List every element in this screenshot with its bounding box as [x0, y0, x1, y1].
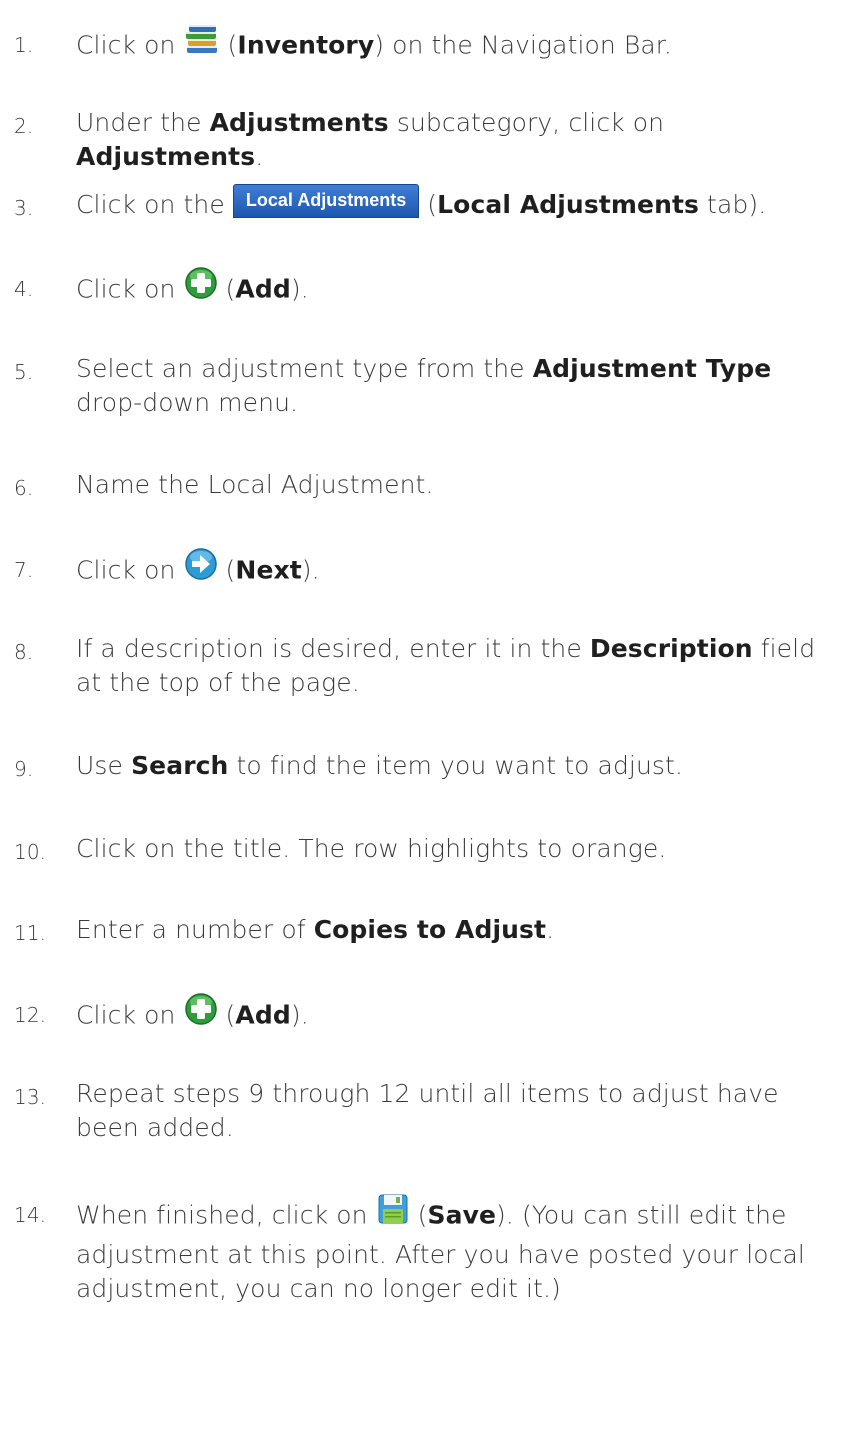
local-adjustments-tab[interactable]: Local Adjustments [232, 184, 420, 218]
step-text: Use Search to find the item you want to … [76, 751, 683, 780]
save-floppy-icon[interactable] [376, 1192, 410, 1235]
step-number: 9. [14, 757, 34, 781]
step-text: Select an adjustment type from the Adjus… [76, 354, 772, 417]
step-text: When finished, click on (Save). (You can… [76, 1192, 842, 1306]
step-text: Under the Adjustments subcategory, click… [76, 108, 665, 171]
step-number: 10. [14, 840, 47, 864]
step-text: Click on (Add). [76, 992, 842, 1038]
step-text: Name the Local Adjustment. [76, 470, 434, 499]
step-number: 1. [14, 33, 34, 57]
step-text: Click on the Local Adjustments (Local Ad… [76, 184, 842, 223]
step-number: 8. [14, 640, 34, 664]
step-number: 7. [14, 558, 34, 582]
next-arrow-icon[interactable] [184, 547, 218, 590]
inventory-books-icon[interactable] [184, 22, 220, 65]
step-text: Enter a number of Copies to Adjust. [76, 915, 555, 944]
step-number: 14. [14, 1203, 47, 1227]
step-text: Click on (Add). [76, 266, 842, 312]
step-number: 11. [14, 921, 47, 945]
step-text: Click on (Next). [76, 547, 842, 593]
step-number: 5. [14, 360, 34, 384]
step-number: 4. [14, 277, 34, 301]
step-number: 6. [14, 476, 34, 500]
step-number: 13. [14, 1085, 47, 1109]
add-plus-icon[interactable] [184, 266, 218, 309]
step-number: 3. [14, 196, 34, 220]
step-number: 2. [14, 114, 34, 138]
step-text: Click on the title. The row highlights t… [76, 834, 667, 863]
add-plus-icon[interactable] [184, 992, 218, 1035]
step-text: Click on (Inventory) on the Navigation B… [76, 25, 842, 68]
step-text: If a description is desired, enter it in… [76, 634, 816, 697]
step-number: 12. [14, 1003, 47, 1027]
step-text: Repeat steps 9 through 12 until all item… [76, 1079, 779, 1142]
